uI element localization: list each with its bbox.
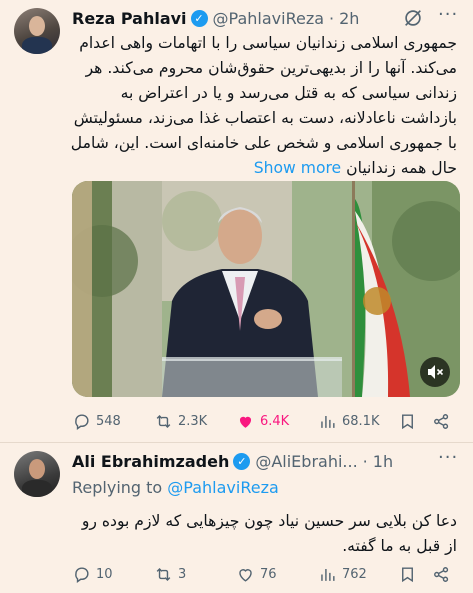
text-line: دعا کن بلایی سر حسین نیاد چون چیزهایی که… — [81, 512, 457, 530]
text-line: جمهوری اسلامی زندانیان سیاسی را با اتهام… — [79, 34, 457, 52]
views-count: 68.1K — [342, 413, 380, 429]
more-options-icon[interactable]: ··· — [438, 4, 458, 25]
replying-to: Replying to @PahlaviReza — [72, 478, 279, 497]
views-button[interactable]: 762 — [318, 565, 398, 584]
repost-icon — [156, 414, 171, 428]
reply-count: 10 — [96, 566, 113, 582]
reply-button[interactable]: 548 — [72, 412, 154, 431]
bookmark-icon — [402, 566, 413, 582]
share-button[interactable] — [432, 565, 456, 584]
verified-badge-icon: ✓ — [190, 9, 208, 27]
show-more-link[interactable]: Show more — [254, 159, 341, 177]
share-icon — [434, 566, 449, 582]
muted-speaker-icon — [428, 365, 444, 379]
like-count: 76 — [260, 566, 277, 582]
views-chart-icon — [321, 568, 335, 581]
reply-icon — [75, 566, 89, 583]
repost-icon — [156, 567, 171, 581]
avatar[interactable] — [14, 8, 60, 54]
avatar-suit — [22, 37, 52, 54]
views-count: 762 — [342, 566, 367, 582]
tweet-actions: 10 3 76 762 — [72, 562, 460, 586]
tweet-header: Ali Ebrahimzadeh ✓ @AliEbrahi... · 1h — [72, 449, 393, 473]
grok-icon[interactable] — [402, 7, 424, 29]
avatar[interactable] — [14, 451, 60, 497]
reply-button[interactable]: 10 — [72, 565, 154, 584]
display-name[interactable]: Reza Pahlavi — [72, 9, 187, 28]
bookmark-button[interactable] — [398, 412, 432, 431]
share-icon — [434, 413, 449, 429]
text-fragment: حال همه زندانیان — [346, 159, 457, 177]
display-name[interactable]: Ali Ebrahimzadeh — [72, 452, 229, 471]
repost-count: 2.3K — [178, 413, 208, 429]
share-button[interactable] — [432, 412, 456, 431]
like-button[interactable]: 6.4K — [236, 412, 318, 431]
avatar-face — [29, 16, 45, 36]
text-line: بازداشت ناعادلانه، دست به اعتصاب غذا می‌… — [73, 109, 457, 127]
heart-filled-icon — [239, 416, 252, 428]
reply-count: 548 — [96, 413, 121, 429]
verified-badge-icon: ✓ — [233, 452, 251, 470]
bookmark-button[interactable] — [398, 565, 432, 584]
replying-handle-link[interactable]: @PahlaviReza — [167, 478, 278, 497]
replying-label: Replying to — [72, 478, 163, 497]
tweet-actions: 548 2.3K 6.4K 68.1K — [72, 409, 460, 433]
text-line: می‌کند. آنها را از بدیهی‌ترین حقوق‌شان م… — [85, 59, 457, 77]
reply-icon — [75, 413, 89, 430]
mute-button[interactable] — [420, 357, 450, 387]
timestamp[interactable]: 2h — [339, 9, 359, 28]
heart-icon — [239, 568, 252, 582]
user-handle[interactable]: @AliEbrahi... — [255, 452, 357, 471]
like-button[interactable]: 76 — [236, 565, 318, 584]
more-options-icon[interactable]: ··· — [438, 447, 458, 468]
text-line: زندانی سیاسی که به قتل می‌رسد و یا در اع… — [120, 84, 457, 102]
bookmark-icon — [402, 413, 413, 429]
avatar-shirt — [22, 480, 52, 497]
text-line: با جمهوری اسلامی و شخص علی خامنه‌ای است.… — [70, 134, 457, 152]
video-frame — [72, 181, 460, 397]
views-button[interactable]: 68.1K — [318, 412, 398, 431]
separator: · — [362, 451, 368, 471]
avatar-face — [29, 459, 45, 479]
repost-button[interactable]: 2.3K — [154, 412, 236, 431]
tweet-video[interactable] — [72, 181, 460, 397]
tweet-text: دعا کن بلایی سر حسین نیاد چون چیزهایی که… — [57, 509, 457, 559]
tweet-text: جمهوری اسلامی زندانیان سیاسی را با اتهام… — [57, 31, 457, 181]
tweet-header: Reza Pahlavi ✓ @PahlaviReza · 2h — [72, 6, 359, 30]
like-count: 6.4K — [260, 413, 290, 429]
separator: · — [329, 8, 335, 28]
timestamp[interactable]: 1h — [373, 452, 393, 471]
text-line-last: حال همه زندانیان Show more — [57, 156, 457, 181]
tweet-ali-ebrahimzadeh[interactable]: Ali Ebrahimzadeh ✓ @AliEbrahi... · 1h ··… — [0, 443, 473, 593]
user-handle[interactable]: @PahlaviReza — [213, 9, 324, 28]
tweet-reza-pahlavi[interactable]: Reza Pahlavi ✓ @PahlaviReza · 2h ··· جمه… — [0, 0, 473, 440]
text-line: از قبل به ما گفته. — [342, 537, 457, 555]
repost-count: 3 — [178, 566, 187, 582]
repost-button[interactable]: 3 — [154, 565, 236, 584]
views-chart-icon — [321, 415, 335, 428]
